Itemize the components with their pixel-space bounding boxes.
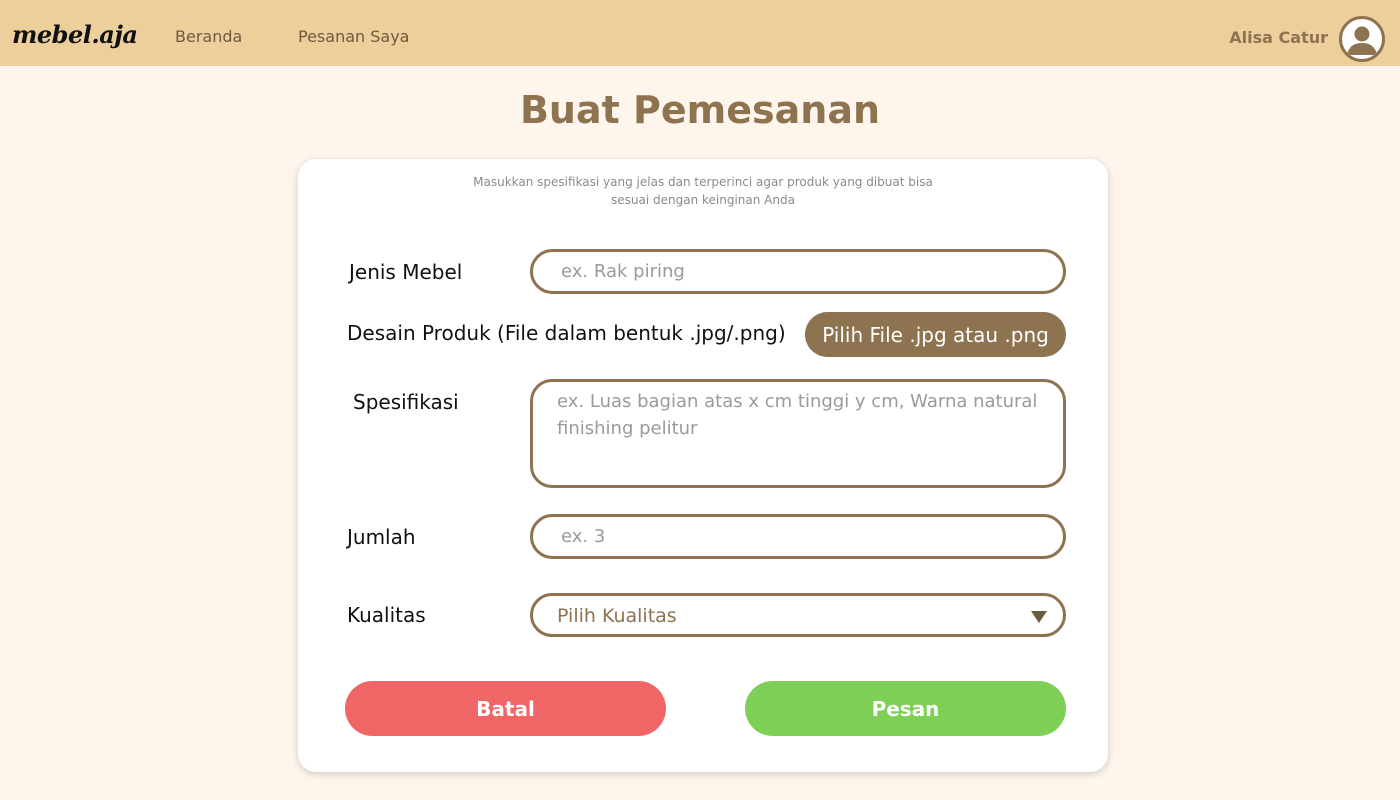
navbar: mebel.aja Beranda Pesanan Saya Alisa Cat… xyxy=(0,0,1400,66)
order-form-card: Masukkan spesifikasi yang jelas dan terp… xyxy=(298,159,1108,772)
quality-select[interactable]: Pilih Kualitas xyxy=(530,593,1066,637)
furniture-type-label: Jenis Mebel xyxy=(349,260,463,284)
user-name[interactable]: Alisa Catur xyxy=(1229,28,1328,47)
quality-label: Kualitas xyxy=(347,603,426,627)
product-design-label: Desain Produk (File dalam bentuk .jpg/.p… xyxy=(347,321,786,345)
quantity-label: Jumlah xyxy=(347,525,416,549)
furniture-type-input[interactable] xyxy=(530,249,1066,294)
quantity-input[interactable] xyxy=(530,514,1066,559)
choose-file-button[interactable]: Pilih File .jpg atau .png xyxy=(805,312,1066,357)
user-avatar-icon[interactable] xyxy=(1339,16,1385,62)
chevron-down-icon xyxy=(1031,611,1047,623)
quality-selected-value: Pilih Kualitas xyxy=(557,605,677,627)
user-circle-icon xyxy=(1347,26,1377,55)
brand-logo[interactable]: mebel.aja xyxy=(12,20,138,49)
nav-link-pesanan-saya[interactable]: Pesanan Saya xyxy=(298,27,409,46)
specification-label: Spesifikasi xyxy=(353,390,459,414)
page-title: Buat Pemesanan xyxy=(519,88,881,132)
submit-order-button[interactable]: Pesan xyxy=(745,681,1066,736)
cancel-button[interactable]: Batal xyxy=(345,681,666,736)
form-hint: Masukkan spesifikasi yang jelas dan terp… xyxy=(473,175,933,207)
nav-link-beranda[interactable]: Beranda xyxy=(175,27,242,46)
specification-textarea[interactable] xyxy=(530,379,1066,488)
